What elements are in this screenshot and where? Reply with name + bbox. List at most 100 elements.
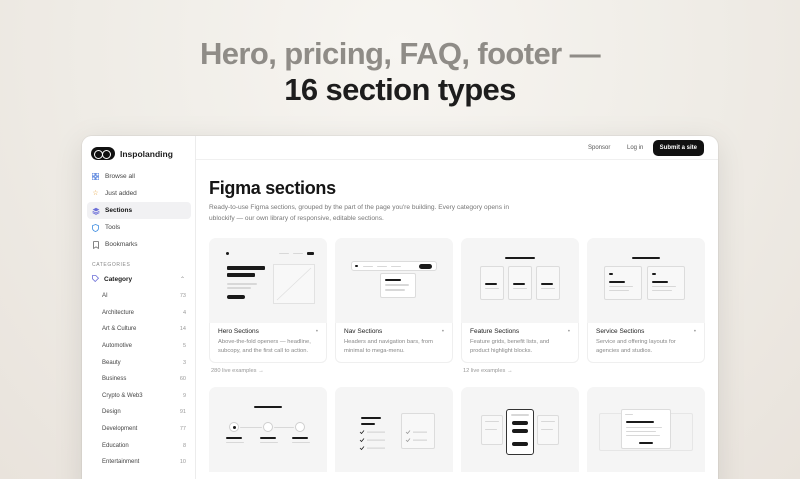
category-label: Business bbox=[102, 376, 127, 383]
category-count: 3 bbox=[182, 359, 186, 366]
category-count: 8 bbox=[182, 442, 186, 449]
topbar: Sponsor Log in Submit a site bbox=[196, 136, 718, 160]
more-icon: • bbox=[693, 329, 696, 335]
nav-tools[interactable]: Tools bbox=[87, 219, 191, 236]
category-count: 77 bbox=[179, 426, 186, 433]
card-thumbnail bbox=[335, 387, 453, 472]
grid-icon bbox=[91, 172, 100, 181]
card-title: Hero Sections bbox=[218, 328, 259, 335]
category-label: AI bbox=[102, 293, 108, 300]
login-link[interactable]: Log in bbox=[627, 145, 643, 151]
category-label: Entertainment bbox=[102, 459, 140, 466]
card-description: Above-the-fold openers — headline, subco… bbox=[218, 339, 311, 354]
card-thumbnail bbox=[587, 387, 705, 472]
sidebar-nav: Browse all ☆ Just added Sections Tools B… bbox=[87, 168, 191, 253]
page-title: Figma sections bbox=[209, 178, 336, 198]
hero-examples-link[interactable]: 280 live examples → bbox=[211, 368, 264, 374]
category-label: Design bbox=[102, 409, 121, 416]
category-item[interactable]: Education 8 bbox=[102, 437, 186, 454]
nav-label: Sections bbox=[105, 207, 133, 214]
category-count: 9 bbox=[182, 392, 186, 399]
categories-heading: CATEGORIES bbox=[92, 262, 131, 268]
card-row2-4[interactable] bbox=[587, 387, 705, 472]
card-thumbnail bbox=[209, 238, 327, 323]
card-row2-1[interactable] bbox=[209, 387, 327, 472]
star-icon: ☆ bbox=[92, 190, 99, 197]
nav-bookmarks[interactable]: Bookmarks bbox=[87, 236, 191, 253]
card-info: Feature Sections Feature grids, benefit … bbox=[461, 323, 579, 363]
category-item[interactable]: Design 91 bbox=[102, 404, 186, 421]
more-icon: • bbox=[567, 329, 570, 335]
category-item[interactable]: Automotive 5 bbox=[102, 338, 186, 355]
card-title: Feature Sections bbox=[470, 328, 520, 335]
card-row2-2[interactable] bbox=[335, 387, 453, 472]
chevron-down-icon: ⌃ bbox=[179, 276, 185, 283]
category-item[interactable]: Crypto & Web3 9 bbox=[102, 388, 186, 405]
card-thumbnail bbox=[461, 238, 579, 323]
nav-label: Bookmarks bbox=[105, 241, 138, 248]
category-label: Crypto & Web3 bbox=[102, 392, 143, 399]
shield-icon bbox=[92, 224, 99, 232]
card-nav-sections[interactable]: Nav Sections Headers and navigation bars… bbox=[335, 238, 453, 363]
layers-icon bbox=[92, 207, 100, 215]
category-label: Development bbox=[102, 426, 138, 433]
card-thumbnail bbox=[209, 387, 327, 472]
nav-sections[interactable]: Sections bbox=[87, 202, 191, 219]
category-item[interactable]: AI 73 bbox=[102, 288, 186, 305]
category-label: Art & Culture bbox=[102, 326, 137, 333]
category-label: Automotive bbox=[102, 343, 133, 350]
category-item[interactable]: Architecture 4 bbox=[102, 305, 186, 322]
card-info: Service Sections Service and offering la… bbox=[587, 323, 705, 363]
hero-heading: Hero, pricing, FAQ, footer — 16 section … bbox=[0, 36, 800, 108]
card-row2-3[interactable] bbox=[461, 387, 579, 472]
card-description: Service and offering layouts for agencie… bbox=[596, 339, 676, 354]
card-info: Hero Sections Above-the-fold openers — h… bbox=[209, 323, 327, 363]
nav-label: Browse all bbox=[105, 173, 135, 180]
more-icon: • bbox=[315, 329, 318, 335]
card-feature-sections[interactable]: Feature Sections Feature grids, benefit … bbox=[461, 238, 579, 363]
submit-site-button[interactable]: Submit a site bbox=[652, 140, 704, 156]
category-list: AI 73 Architecture 4 Art & Culture 14 Automoti… bbox=[102, 288, 186, 471]
bookmark-icon bbox=[92, 241, 99, 250]
category-count: 5 bbox=[182, 343, 186, 350]
card-info: Nav Sections Headers and navigation bars… bbox=[335, 323, 453, 363]
sidebar: Inspolanding Browse all ☆ Just added Sec… bbox=[82, 136, 196, 479]
more-icon: • bbox=[441, 329, 444, 335]
hero-line-1: Hero, pricing, FAQ, footer — bbox=[199, 36, 601, 71]
card-service-sections[interactable]: Service Sections Service and offering la… bbox=[587, 238, 705, 363]
category-count: 73 bbox=[179, 293, 186, 300]
nav-just-added[interactable]: ☆ Just added bbox=[87, 185, 191, 202]
category-item[interactable]: Beauty 3 bbox=[102, 354, 186, 371]
app-window: Inspolanding Browse all ☆ Just added Sec… bbox=[82, 136, 718, 479]
category-item[interactable]: Development 77 bbox=[102, 421, 186, 438]
card-hero-sections[interactable]: Hero Sections Above-the-fold openers — h… bbox=[209, 238, 327, 363]
category-item[interactable]: Art & Culture 14 bbox=[102, 321, 186, 338]
category-label: Education bbox=[102, 442, 129, 449]
hero-line-2: 16 section types bbox=[284, 72, 516, 107]
nav-label: Tools bbox=[105, 224, 121, 231]
category-count: 4 bbox=[182, 309, 186, 316]
card-description: Headers and navigation bars, from minima… bbox=[344, 339, 433, 354]
category-count: 91 bbox=[179, 409, 186, 416]
card-description: Feature grids, benefit lists, and produc… bbox=[470, 339, 550, 354]
category-item[interactable]: Entertainment 10 bbox=[102, 454, 186, 471]
brand-name: Inspolanding bbox=[120, 148, 173, 159]
tag-icon bbox=[92, 274, 100, 284]
page-description: Ready-to-use Figma sections, grouped by … bbox=[209, 204, 509, 222]
category-item[interactable]: Business 60 bbox=[102, 371, 186, 388]
category-group-label: Category bbox=[104, 275, 133, 283]
card-thumbnail bbox=[461, 387, 579, 472]
category-group-toggle[interactable]: Category ⌃ bbox=[87, 272, 191, 286]
nav-browse-all[interactable]: Browse all bbox=[87, 168, 191, 185]
logo-icon bbox=[91, 147, 115, 160]
card-title: Service Sections bbox=[596, 328, 645, 335]
card-thumbnail bbox=[587, 238, 705, 323]
sponsor-link[interactable]: Sponsor bbox=[588, 145, 610, 151]
card-thumbnail bbox=[335, 238, 453, 323]
feature-examples-link[interactable]: 12 live examples → bbox=[463, 368, 513, 374]
brand[interactable]: Inspolanding bbox=[91, 147, 173, 160]
card-title: Nav Sections bbox=[344, 328, 383, 335]
category-label: Architecture bbox=[102, 309, 135, 316]
category-label: Beauty bbox=[102, 359, 121, 366]
category-count: 14 bbox=[179, 326, 186, 333]
